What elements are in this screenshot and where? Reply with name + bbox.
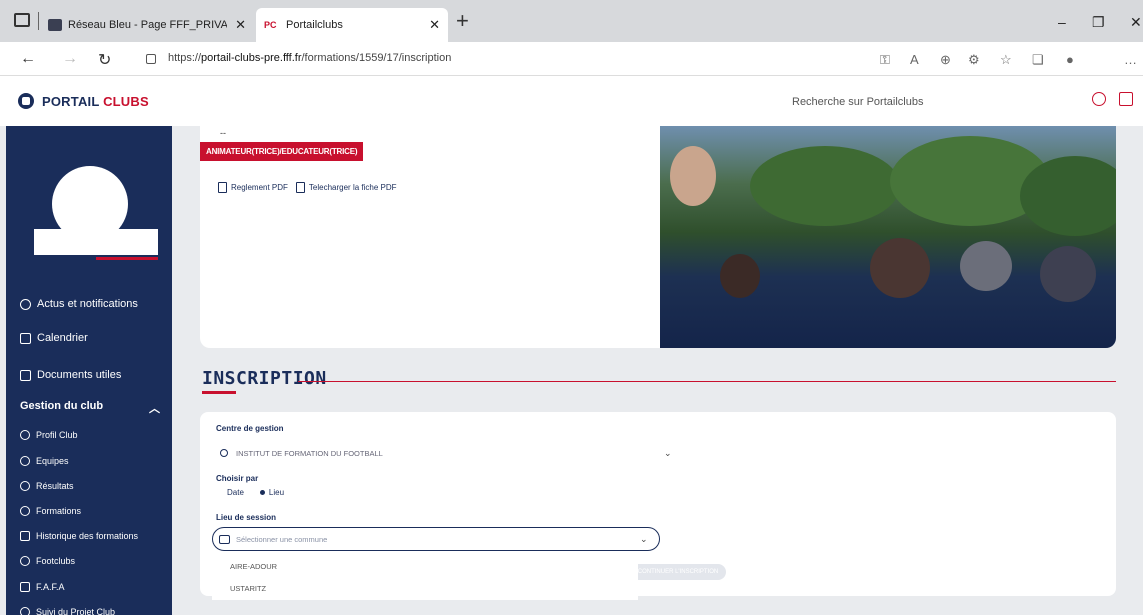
role-badge: ANIMATEUR(TRICE)/EDUCATEUR(TRICE)	[200, 142, 364, 161]
sidebar-item-footclubs[interactable]: Footclubs	[20, 556, 75, 566]
sidebar-item-actus[interactable]: Actus et notifications	[20, 298, 138, 310]
sidebar-item-historique[interactable]: Historique des formations	[20, 531, 138, 541]
radio-selected-dot	[259, 490, 265, 495]
sidebar-item-calendrier[interactable]: Calendrier	[20, 332, 88, 344]
formation-card: -- ANIMATEUR(TRICE)/EDUCATEUR(TRICE) Reg…	[200, 126, 1116, 348]
new-tab-icon[interactable]: +	[456, 10, 469, 32]
wallet-icon	[20, 582, 30, 592]
browser-tab-bar: Réseau Bleu - Page FFF_PRIVATE ✕ PC Port…	[0, 0, 1143, 42]
formation-dash: --	[220, 128, 226, 138]
choice-radios: Date Lieu	[218, 488, 284, 497]
inscription-form: Centre de gestion INSTITUT DE FORMATION …	[200, 412, 1116, 600]
database-icon	[48, 19, 62, 31]
lieu-dropdown: AIRE-ADOUR USTARITZ	[212, 554, 638, 600]
more-icon[interactable]: …	[1124, 52, 1137, 67]
calendar-icon	[20, 332, 31, 344]
trophy-icon	[20, 481, 30, 491]
sidebar-item-formations[interactable]: Formations	[20, 506, 81, 516]
reglement-pdf-link[interactable]: Reglement PDF	[218, 182, 288, 193]
zoom-icon[interactable]: ⊕	[940, 52, 951, 68]
inscription-underline	[202, 391, 236, 394]
tab-actions-icon[interactable]	[14, 13, 30, 27]
url-field[interactable]: https://portail-clubs-pre.fff.fr/formati…	[168, 52, 451, 64]
sidebar-item-profil-club[interactable]: Profil Club	[20, 430, 78, 440]
pdf-icon	[295, 182, 305, 193]
radio-date[interactable]: Date	[218, 488, 244, 497]
close-icon[interactable]: ✕	[227, 17, 254, 33]
dropdown-option[interactable]: AIRE-ADOUR	[230, 562, 277, 571]
sidebar-item-fafa[interactable]: F.A.F.A	[20, 582, 65, 592]
choice-label: Choisir par	[216, 474, 259, 483]
bell-icon	[20, 298, 31, 310]
logo-mark-icon	[18, 93, 34, 109]
lieu-select[interactable]: Sélectionner une commune	[212, 527, 660, 551]
forward-icon: →	[62, 50, 78, 67]
radio-lieu[interactable]: Lieu	[259, 488, 284, 497]
key-icon[interactable]: ⚿	[880, 52, 890, 68]
user-icon[interactable]	[1092, 92, 1106, 106]
site-search-input[interactable]: Recherche sur Portailclubs	[792, 96, 923, 108]
target-icon	[20, 607, 30, 615]
address-bar: ← → ↻ https://portail-clubs-pre.fff.fr/f…	[0, 42, 1143, 76]
pdf-links: Reglement PDF Telecharger la fiche PDF	[218, 182, 397, 193]
window-close-icon[interactable]: ✕	[1130, 14, 1142, 31]
centre-select[interactable]: INSTITUT DE FORMATION DU FOOTBALL	[220, 446, 670, 460]
site-header: PORTAIL CLUBS Recherche sur Portailclubs	[0, 76, 1143, 126]
graduation-icon	[20, 506, 30, 516]
user-name-redacted	[34, 229, 158, 255]
back-icon[interactable]: ←	[20, 50, 36, 68]
document-icon	[20, 369, 31, 381]
extension-icon[interactable]: ⚙	[968, 52, 980, 68]
centre-label: Centre de gestion	[216, 424, 284, 433]
sidebar-item-projet-club[interactable]: Suivi du Projet Club	[20, 607, 115, 615]
sidebar-item-equipes[interactable]: Equipes	[20, 456, 69, 466]
maximize-icon[interactable]: ❐	[1092, 14, 1105, 31]
fiche-pdf-link[interactable]: Telecharger la fiche PDF	[295, 182, 397, 193]
sidebar-item-resultats[interactable]: Résultats	[20, 481, 74, 491]
continue-button[interactable]: CONTINUER L'INSCRIPTION	[630, 564, 726, 580]
formation-photo	[660, 126, 1116, 348]
sidebar-item-documents[interactable]: Documents utiles	[20, 369, 121, 381]
name-underline	[96, 257, 158, 260]
portailclubs-favicon-icon: PC	[264, 19, 280, 31]
lock-icon[interactable]	[146, 54, 156, 64]
collections-icon[interactable]: ❏	[1032, 52, 1044, 68]
favorite-icon[interactable]: ☆	[1000, 52, 1012, 68]
calendar-icon	[219, 534, 230, 544]
browser-tab-portailclubs[interactable]: PC Portailclubs ✕	[256, 8, 448, 42]
logout-icon[interactable]	[1119, 92, 1133, 106]
gear-icon	[20, 556, 30, 566]
chevron-down-icon[interactable]: ⌄	[664, 448, 672, 459]
inscription-rule	[298, 381, 1116, 382]
tab-separator	[38, 12, 39, 30]
profile-icon[interactable]: ●	[1066, 52, 1074, 67]
pdf-icon	[218, 182, 227, 193]
chevron-down-icon[interactable]: ⌄	[640, 534, 648, 545]
lieu-label: Lieu de session	[216, 513, 277, 522]
inscription-title: INSCRIPTION	[202, 368, 327, 389]
portailclubs-logo[interactable]: PORTAIL CLUBS	[18, 93, 149, 109]
tab-title: Réseau Bleu - Page FFF_PRIVATE	[68, 19, 228, 31]
shield-icon	[20, 430, 30, 440]
team-icon	[20, 456, 30, 466]
tab-title: Portailclubs	[286, 19, 343, 31]
dropdown-option[interactable]: USTARITZ	[230, 584, 266, 593]
sidebar-section-gestion[interactable]: Gestion du club ︿	[20, 400, 160, 416]
location-icon	[220, 449, 228, 457]
read-aloud-icon[interactable]: A	[910, 52, 919, 67]
refresh-icon[interactable]: ↻	[98, 50, 111, 70]
minimize-icon[interactable]: –	[1058, 14, 1066, 30]
browser-tab-reseau-bleu[interactable]: Réseau Bleu - Page FFF_PRIVATE ✕	[48, 8, 254, 42]
history-icon	[20, 531, 30, 541]
close-icon[interactable]: ✕	[421, 17, 448, 33]
chevron-up-icon: ︿	[149, 403, 160, 415]
sidebar: Actus et notifications Calendrier Docume…	[6, 126, 172, 615]
